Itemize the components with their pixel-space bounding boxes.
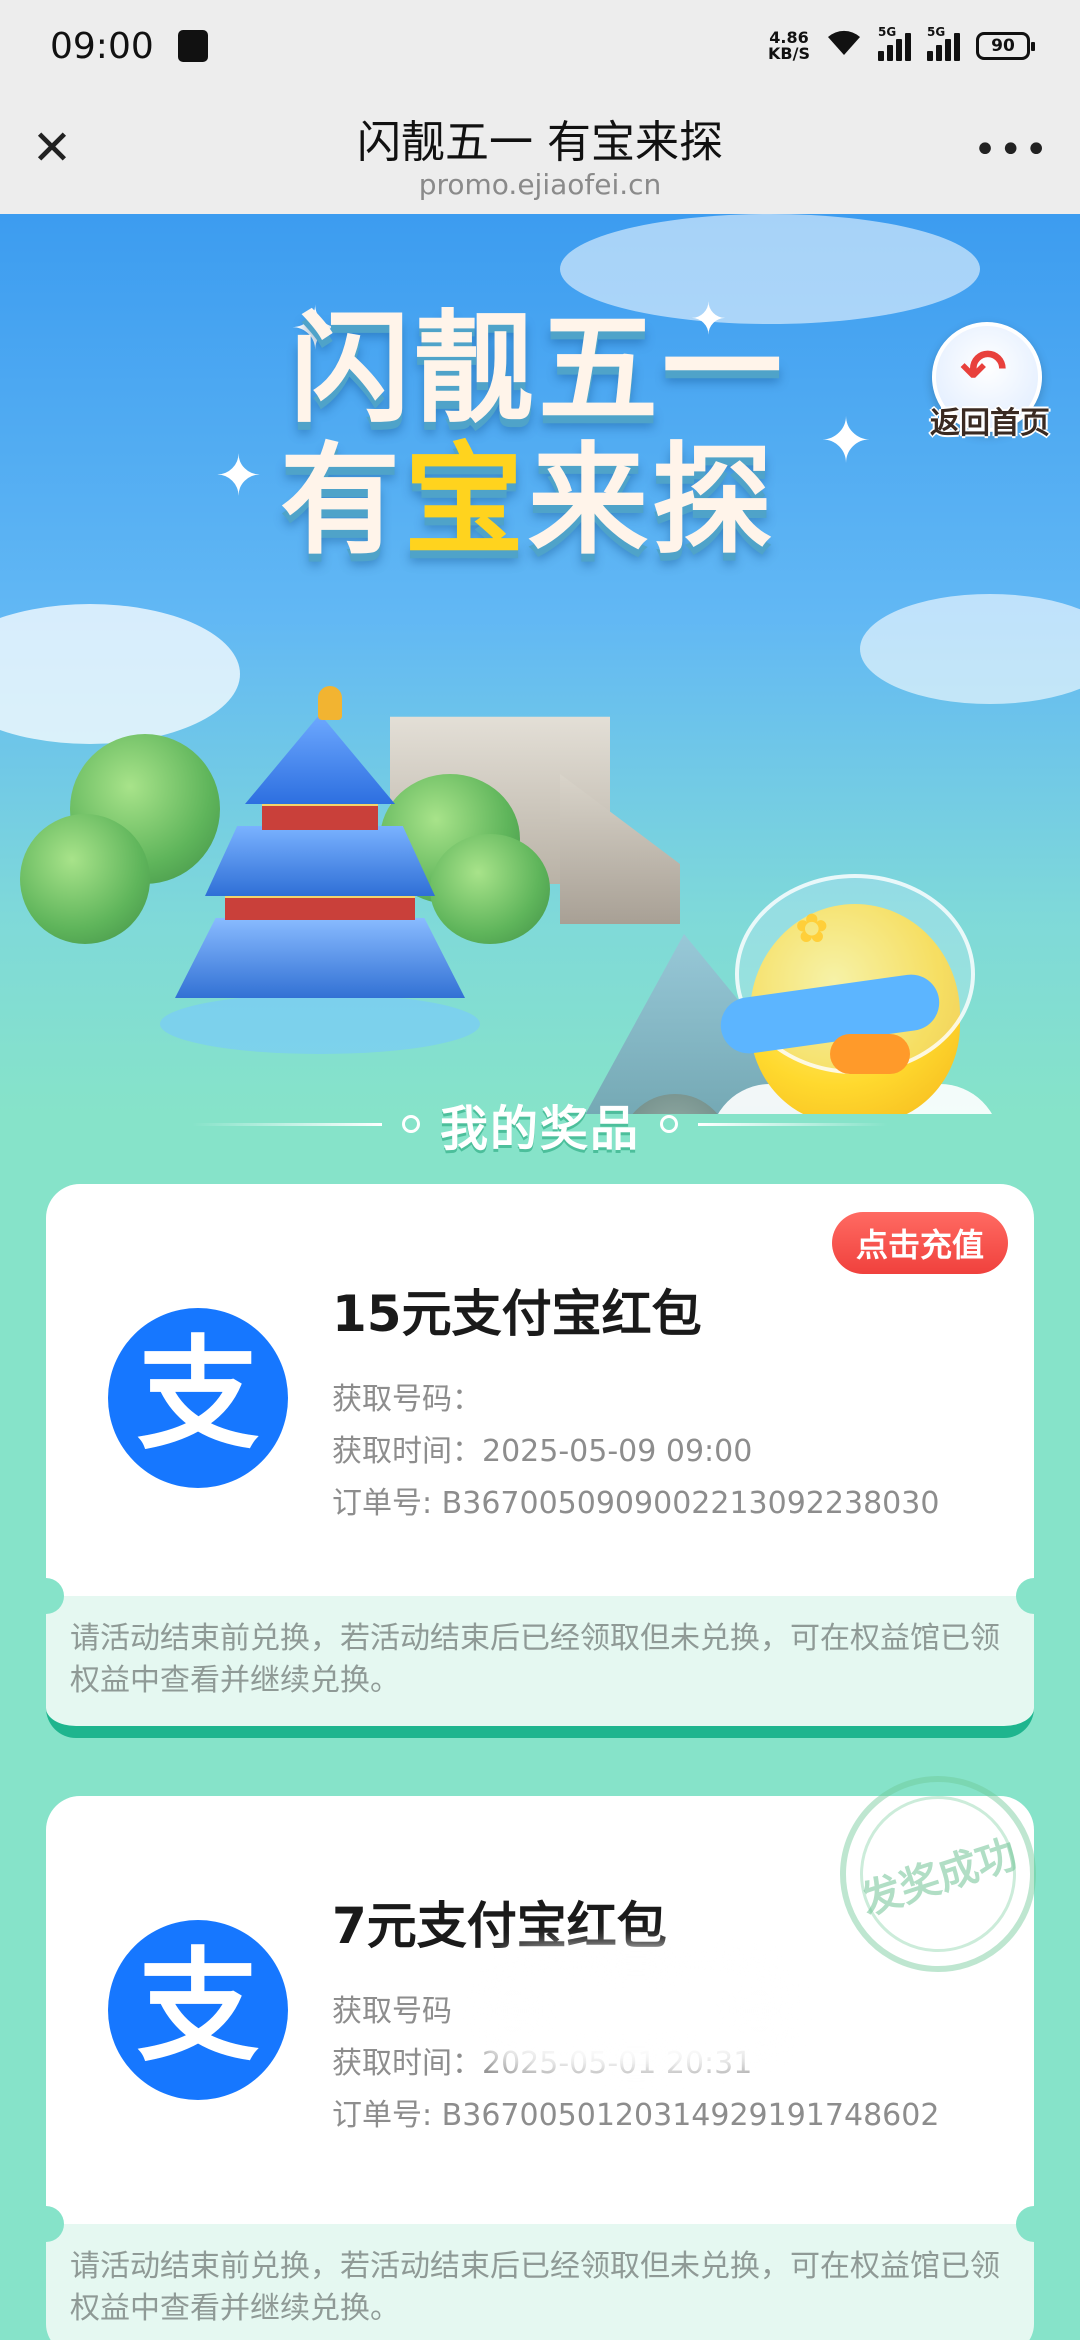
tree-illustration [20,814,150,944]
back-arrow-icon: ↶ [960,338,1007,403]
network-speed: 4.86 KB/S [768,28,810,63]
page-title: 闪靓五一 有宝来探 [357,117,723,168]
prize-card: 发奖成功 支 7元支付宝红包 获取号码 获取时间：2025-05-01 20:3… [28,1750,1062,2340]
prize-card: 点击充值 支 15元支付宝红包 获取号码： 获取时间：2025-05-09 09… [28,1184,1052,1738]
back-home-label: 返回首页 [930,406,1050,441]
section-title-text: 我的奖品 [439,1101,640,1157]
hero-title-line2: 有宝来探 [280,432,776,571]
alipay-icon: 支 [108,1920,288,2100]
prize-time-row: 获取时间：2025-05-09 09:00 [332,1434,753,1469]
prize-name: 15元支付宝红包 [332,1285,702,1343]
alipay-icon: 支 [108,1308,288,1488]
browser-nav-bar: ✕ 闪靓五一 有宝来探 promo.ejiaofei.cn ••• [0,92,1080,214]
battery-level: 90 [991,36,1015,56]
prize-code-row: 获取号码： [332,1382,482,1417]
back-home-button[interactable]: ↶ 返回首页 [920,322,1060,442]
duck-beak [830,1034,910,1074]
signal-icon-2: 5G [927,25,960,61]
section-title: 我的奖品 [0,1092,1080,1157]
tree-illustration [430,834,550,944]
hero-banner: ✦ ✦ ✦ ✦ 闪靓五一 有宝来探 ↶ 返回首页 ✿ [0,214,1080,1114]
status-bar: 09:00 4.86 KB/S 5G 5G 90 [0,0,1080,92]
duck-crown-icon: ✿ [795,906,829,952]
great-wall-stairs [560,774,680,924]
hero-title-line1: 闪靓五一 [290,300,786,439]
award-success-stamp: 发奖成功 [814,1750,1062,1998]
cloud-decoration [860,594,1080,704]
notification-icon [177,30,208,62]
prize-order-row: 订单号: B3670050909002213092238030 [332,1486,940,1521]
prize-note: 请活动结束前兑换，若活动结束后已经领取但未兑换，可在权益馆已领权益中查看并继续兑… [28,2206,1052,2340]
more-icon[interactable]: ••• [973,130,1050,170]
temple-illustration [245,714,395,804]
redacted-area [466,1946,806,2076]
prize-order-row: 订单号: B3670050120314929191748602 [332,2098,940,2133]
signal-icon: 5G [878,25,911,61]
prize-code-row: 获取号码 [332,1994,452,2029]
battery-icon: 90 [976,32,1035,60]
temple-base [160,994,480,1054]
wifi-icon [826,27,862,65]
prize-note: 请活动结束前兑换，若活动结束后已经领取但未兑换，可在权益馆已领权益中查看并继续兑… [28,1578,1052,1738]
hero-title: 闪靓五一 有宝来探 [280,300,850,568]
recharge-button[interactable]: 点击充值 [831,1212,1008,1274]
status-indicators: 4.86 KB/S 5G 5G 90 [768,25,1035,65]
cloud-decoration [0,604,240,744]
sparkle-icon: ✦ [215,444,262,509]
status-time: 09:00 [50,25,154,67]
page-url: promo.ejiaofei.cn [418,168,662,201]
